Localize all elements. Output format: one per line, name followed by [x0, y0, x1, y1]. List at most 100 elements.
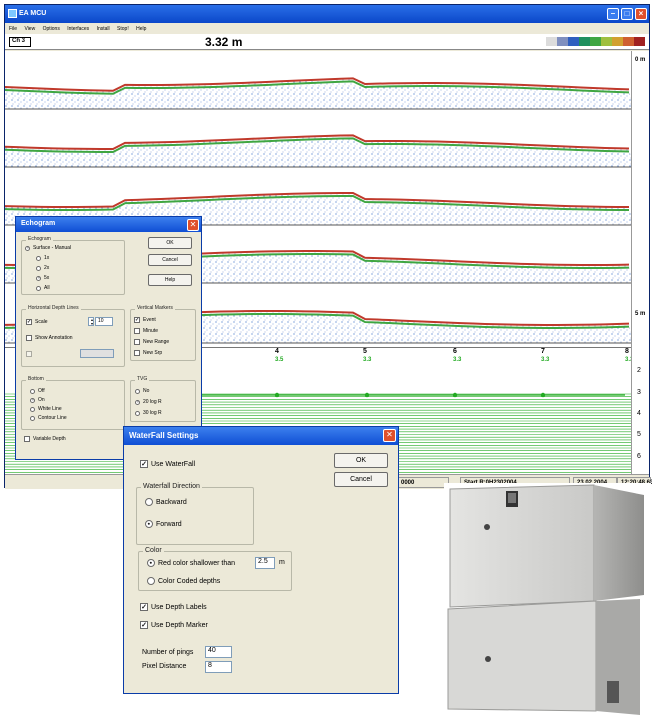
- waterfall-depth-marker: [364, 392, 370, 398]
- minimize-icon[interactable]: –: [607, 8, 619, 20]
- variable-depth-checkbox[interactable]: Variable Depth: [24, 436, 66, 442]
- cancel-button[interactable]: Cancel: [334, 472, 388, 487]
- new-srp-checkbox[interactable]: New Srp: [134, 350, 162, 356]
- bottom-group: Bottom Off On White Line Contour Line: [21, 376, 125, 430]
- ok-button[interactable]: OK: [334, 453, 388, 468]
- cabinet-illustration: [447, 484, 644, 715]
- menu-view[interactable]: View: [24, 26, 35, 32]
- event-checkbox[interactable]: ✓ Event: [134, 317, 156, 323]
- zoom-1x-radio[interactable]: 1x: [36, 255, 49, 261]
- trend-ruler-label: 2: [637, 367, 641, 374]
- echosounder-cabinet-photo: [444, 483, 651, 715]
- echogram-group: Echogram Surface - Manual 1x 2x 5x All: [21, 236, 125, 295]
- show-annotation-checkbox[interactable]: Show Annotation: [26, 335, 73, 341]
- tvg-group-label: TVG: [135, 376, 150, 382]
- red-color-unit: m: [279, 559, 285, 566]
- trend-marker-num: 6: [453, 348, 457, 355]
- scale-spinner[interactable]: ▴ ▾: [88, 317, 94, 326]
- menu-interfaces[interactable]: Interfaces: [67, 26, 89, 32]
- channel-status-line: Ch 3 3.32 m: [5, 34, 649, 50]
- use-depth-labels-checkbox[interactable]: ✓ Use Depth Labels: [140, 603, 207, 611]
- trend-ruler-label: 3: [637, 389, 641, 396]
- bottom-contour-line-radio[interactable]: Contour Line: [30, 415, 67, 421]
- color-coded-radio[interactable]: Color Coded depths: [147, 577, 220, 585]
- tvg-group: TVG No 20 log R 30 log R: [130, 376, 196, 422]
- use-waterfall-checkbox[interactable]: ✓ Use WaterFall: [140, 460, 195, 468]
- zoom-all-radio[interactable]: All: [36, 285, 50, 291]
- trend-depth-ruler: 2 3 4 5 6: [631, 347, 649, 474]
- disabled-checkbox: [26, 351, 35, 357]
- minute-checkbox[interactable]: Minute: [134, 328, 158, 334]
- tvg-20-radio[interactable]: 20 log R: [135, 399, 162, 405]
- title-bar: EA MCU – □ ×: [5, 5, 649, 23]
- use-depth-marker-checkbox[interactable]: ✓ Use Depth Marker: [140, 621, 208, 629]
- maximize-icon[interactable]: □: [621, 8, 633, 20]
- ruler-top-label: 0 m: [635, 57, 646, 63]
- echogram-dialog: Echogram ✕ Echogram Surface - Manual 1x …: [15, 216, 202, 460]
- echogram-group-label: Echogram: [26, 236, 53, 242]
- direction-group-label: Waterfall Direction: [141, 483, 202, 490]
- bottom-on-radio[interactable]: On: [30, 397, 45, 403]
- channel-box[interactable]: Ch 3: [9, 37, 31, 47]
- disabled-dropdown: [80, 349, 114, 358]
- waterfall-depth-marker: [540, 392, 546, 398]
- status-code: 0000: [397, 477, 449, 488]
- red-color-depth-field[interactable]: 2.5: [255, 557, 275, 569]
- trend-marker-depth: 3.5: [275, 357, 284, 363]
- scale-value-field[interactable]: 10: [95, 317, 113, 326]
- horizontal-depth-lines-group: Horizontal Depth Lines ✓ Scale ▴ ▾ 10 Show…: [21, 305, 125, 367]
- menu-bar: File View Options Interfaces Install Sto…: [5, 23, 649, 34]
- trend-marker-num: 7: [541, 348, 545, 355]
- close-icon[interactable]: ×: [635, 8, 647, 20]
- trend-ruler-label: 6: [637, 453, 641, 460]
- trend-marker-depth: 3.3: [541, 357, 550, 363]
- trend-marker-num: 4: [275, 348, 279, 355]
- trend-ruler-label: 4: [637, 410, 641, 417]
- close-icon[interactable]: ✕: [383, 429, 396, 442]
- new-range-checkbox[interactable]: New Range: [134, 339, 169, 345]
- color-group-label: Color: [143, 547, 164, 554]
- pings-field[interactable]: 40: [205, 646, 232, 658]
- waterfall-dialog-title: WaterFall Settings: [124, 427, 398, 445]
- pixel-distance-field[interactable]: 8: [205, 661, 232, 673]
- trend-marker-num: 8: [625, 348, 629, 355]
- trend-ruler-label: 5: [637, 431, 641, 438]
- red-color-radio[interactable]: Red color shallower than: [147, 559, 235, 567]
- forward-radio[interactable]: Forward: [145, 520, 182, 528]
- tvg-30-radio[interactable]: 30 log R: [135, 410, 162, 416]
- bottom-off-radio[interactable]: Off: [30, 388, 45, 394]
- scale-checkbox[interactable]: ✓ Scale: [26, 319, 48, 325]
- depth-reading: 3.32 m: [205, 35, 243, 49]
- menu-install[interactable]: Install: [97, 26, 110, 32]
- surface-manual-radio[interactable]: Surface - Manual: [25, 245, 71, 251]
- trend-marker-depth: 3.3: [363, 357, 372, 363]
- vertical-markers-group: Vertical Markers ✓ Event Minute New Range…: [130, 305, 196, 361]
- trend-marker-depth: 3.3: [453, 357, 462, 363]
- menu-file[interactable]: File: [9, 26, 17, 32]
- ok-button[interactable]: OK: [148, 237, 192, 249]
- menu-stop[interactable]: Stop!: [117, 26, 129, 32]
- window-title: EA MCU: [19, 10, 47, 17]
- backward-radio[interactable]: Backward: [145, 498, 187, 506]
- close-icon[interactable]: ✕: [187, 219, 199, 231]
- menu-options[interactable]: Options: [43, 26, 60, 32]
- waterfall-depth-marker: [452, 392, 458, 398]
- help-button[interactable]: Help: [148, 274, 192, 286]
- hdl-group-label: Horizontal Depth Lines: [26, 305, 81, 311]
- waterfall-depth-marker: [274, 392, 280, 398]
- echogram-dialog-title: Echogram: [16, 217, 201, 232]
- vm-group-label: Vertical Markers: [135, 305, 175, 311]
- ruler-bottom-label: 5 m: [635, 311, 646, 317]
- pixel-distance-label: Pixel Distance: [142, 663, 187, 670]
- cancel-button[interactable]: Cancel: [148, 254, 192, 266]
- tvg-no-radio[interactable]: No: [135, 388, 149, 394]
- app-icon: [8, 9, 17, 18]
- menu-help[interactable]: Help: [136, 26, 146, 32]
- bottom-group-label: Bottom: [26, 376, 46, 382]
- waterfall-direction-group: Waterfall Direction Backward Forward: [136, 483, 254, 545]
- bottom-white-line-radio[interactable]: White Line: [30, 406, 62, 412]
- color-group: Color Red color shallower than 2.5 m Col…: [138, 547, 292, 591]
- trend-marker-num: 5: [363, 348, 367, 355]
- zoom-2x-radio[interactable]: 2x: [36, 265, 49, 271]
- zoom-5x-radio[interactable]: 5x: [36, 275, 49, 281]
